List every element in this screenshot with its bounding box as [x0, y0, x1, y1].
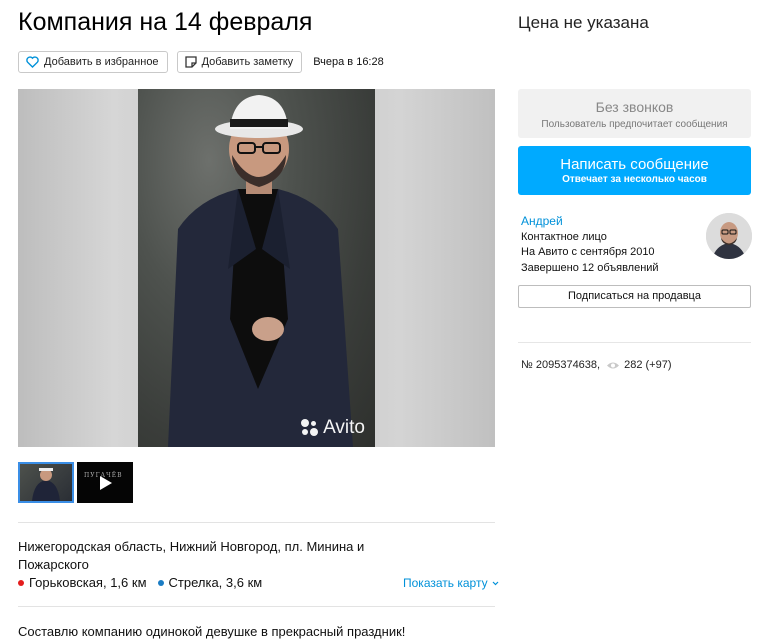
photo-image: Avito: [138, 89, 375, 447]
no-calls-notice: Без звонков Пользователь предпочитает со…: [518, 89, 751, 138]
subscribe-button[interactable]: Подписаться на продавца: [518, 285, 751, 308]
seller-name-link[interactable]: Андрей: [521, 214, 659, 230]
ad-number: № 2095374638,: [521, 359, 601, 371]
seller-avatar-image: [706, 213, 752, 259]
no-calls-title: Без звонков: [595, 99, 674, 115]
divider: [18, 606, 495, 607]
metro-station: Горьковская, 1,6 км: [18, 575, 147, 590]
avito-logo-icon: [301, 419, 319, 437]
action-bar: Добавить в избранное Добавить заметку Вч…: [18, 51, 384, 73]
show-map-label: Показать карту: [403, 576, 488, 590]
address-text: Нижегородская область, Нижний Новгород, …: [18, 539, 365, 572]
watermark-text: Avito: [323, 417, 365, 438]
no-calls-subtitle: Пользователь предпочитает сообщения: [541, 119, 728, 130]
ad-stats: № 2095374638, 282 (+97): [521, 359, 672, 371]
avatar[interactable]: [706, 213, 752, 259]
publish-date: Вчера в 16:28: [313, 56, 384, 68]
seller-since: На Авито с сентября 2010: [521, 246, 655, 258]
note-label: Добавить заметку: [201, 56, 294, 68]
metro-line-icon: [18, 579, 24, 586]
description-text: Составлю компанию одинокой девушке в пре…: [18, 624, 406, 639]
show-map-link[interactable]: Показать карту: [403, 576, 499, 590]
eye-icon: [607, 362, 620, 368]
thumbnail-man-image: [32, 468, 60, 501]
add-to-favorites-button[interactable]: Добавить в избранное: [18, 51, 168, 73]
note-icon: [184, 56, 197, 68]
heart-icon: [26, 56, 39, 68]
avito-watermark: Avito: [301, 417, 365, 439]
play-icon: [100, 475, 112, 490]
views-count: 282 (+97): [624, 359, 672, 371]
chevron-down-icon: [492, 581, 499, 586]
favorite-label: Добавить в избранное: [44, 56, 159, 68]
thumbnail-video[interactable]: ПУГАЧЁВ: [77, 462, 133, 503]
thumbnail-strip: ПУГАЧЁВ: [18, 462, 136, 503]
man-in-suit-illustration: [168, 95, 353, 447]
metro-list: Горьковская, 1,6 км Стрелка, 3,6 км: [18, 575, 273, 590]
add-note-button[interactable]: Добавить заметку: [176, 51, 303, 73]
metro-station-label: Стрелка, 3,6 км: [168, 575, 263, 590]
thumbnail-photo[interactable]: [18, 462, 74, 503]
metro-line-icon: [157, 579, 164, 586]
divider: [518, 342, 751, 343]
metro-station: Стрелка, 3,6 км: [157, 575, 263, 590]
divider: [18, 522, 495, 523]
write-message-button[interactable]: Написать сообщение Отвечает за несколько…: [518, 146, 751, 195]
page-title: Компания на 14 февраля: [18, 8, 313, 36]
write-message-title: Написать сообщение: [560, 156, 709, 173]
main-photo[interactable]: Avito: [18, 89, 495, 447]
seller-info: Андрей Контактное лицо На Авито с сентяб…: [521, 214, 659, 276]
seller-role: Контактное лицо: [521, 230, 607, 243]
metro-station-label: Горьковская, 1,6 км: [29, 575, 147, 590]
price-label: Цена не указана: [518, 13, 649, 32]
write-message-subtitle: Отвечает за несколько часов: [562, 174, 707, 185]
seller-completed: Завершено 12 объявлений: [521, 261, 659, 274]
